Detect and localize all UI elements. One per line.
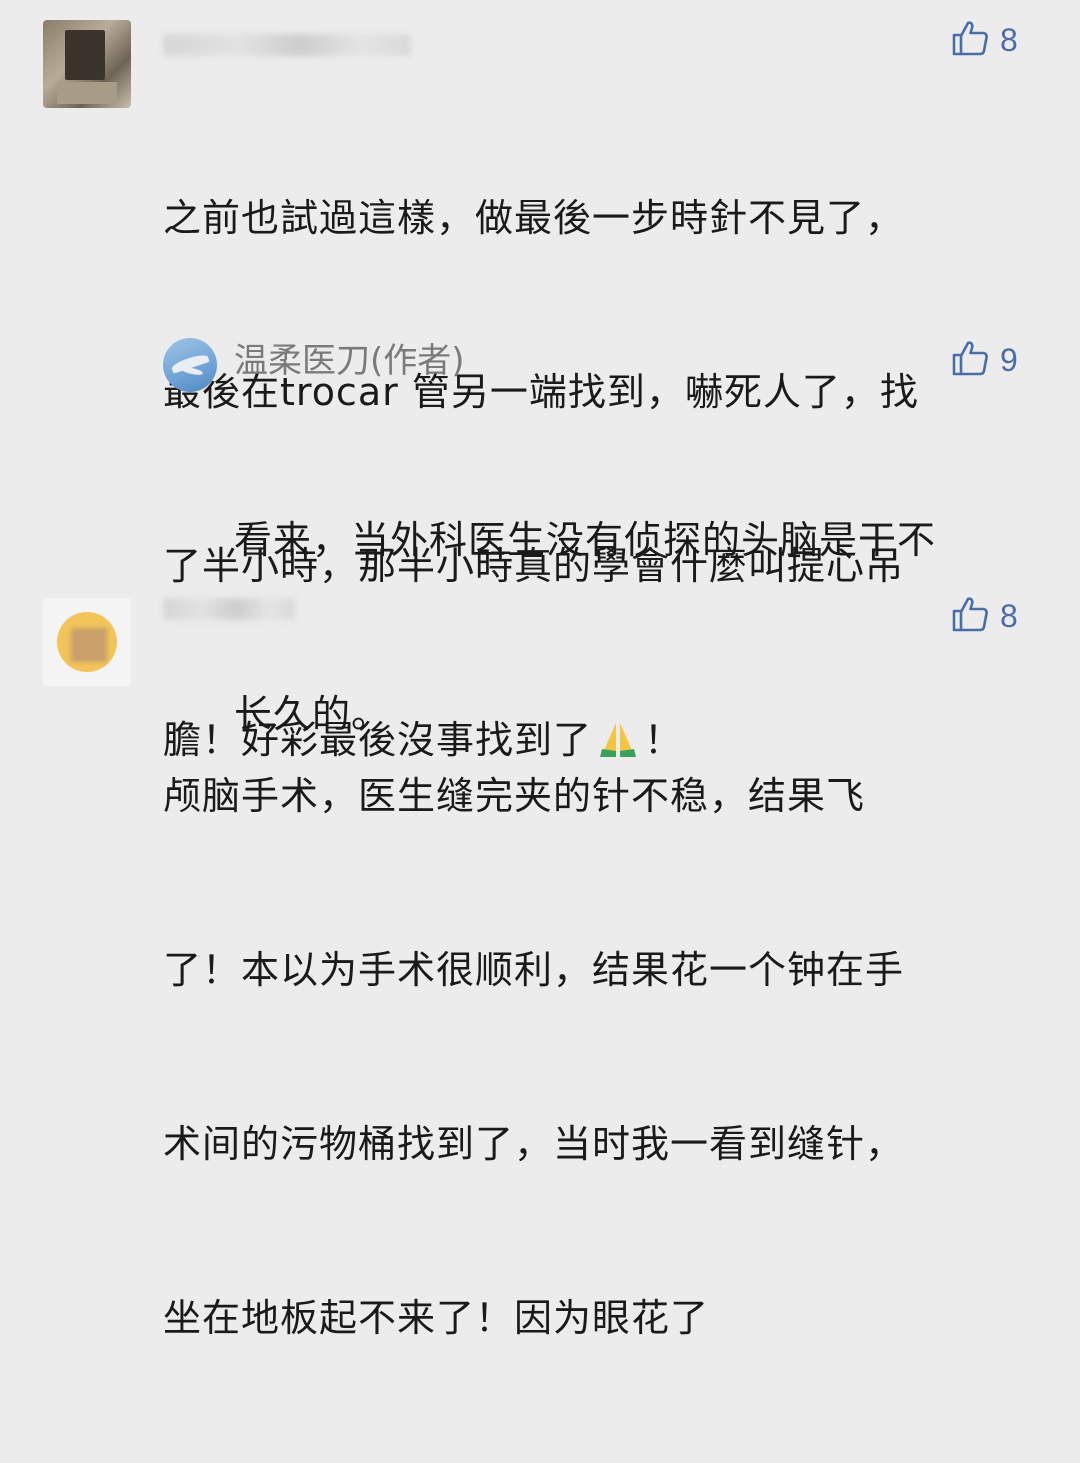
thumbs-up-icon — [950, 18, 990, 62]
comment-line: 了！本以为手术很顺利，结果花一个钟在手 — [163, 948, 905, 992]
like-button[interactable]: 8 — [950, 594, 1018, 638]
like-button[interactable]: 8 — [950, 18, 1018, 62]
thumbs-up-icon — [950, 338, 990, 382]
avatar[interactable] — [43, 598, 131, 686]
comment-text: 颅脑手术，医生缝完夹的针不稳，结果飞 了！本以为手术很顺利，结果花一个钟在手 术… — [163, 651, 904, 1463]
comment-line: 之前也試過這樣，做最後一步時針不見了， — [163, 196, 905, 240]
comment-line: 颅脑手术，医生缝完夹的针不稳，结果飞 — [163, 774, 866, 818]
like-button[interactable]: 9 — [950, 338, 1018, 382]
like-count: 8 — [1000, 22, 1018, 58]
like-count: 9 — [1000, 342, 1018, 378]
username-redacted — [163, 34, 411, 56]
avatar[interactable] — [43, 20, 131, 108]
avatar[interactable] — [163, 338, 217, 392]
username-redacted — [163, 598, 295, 620]
author-name[interactable]: 温柔医刀(作者) — [234, 339, 465, 383]
comment-line: 术间的污物桶找到了，当时我一看到缝针， — [163, 1122, 905, 1166]
comment-line: 看来，当外科医生没有侦探的头脑是干不 — [234, 518, 937, 562]
comment-line: 坐在地板起不来了！因为眼花了 — [163, 1296, 710, 1340]
like-count: 8 — [1000, 598, 1018, 634]
thumbs-up-icon — [950, 594, 990, 638]
